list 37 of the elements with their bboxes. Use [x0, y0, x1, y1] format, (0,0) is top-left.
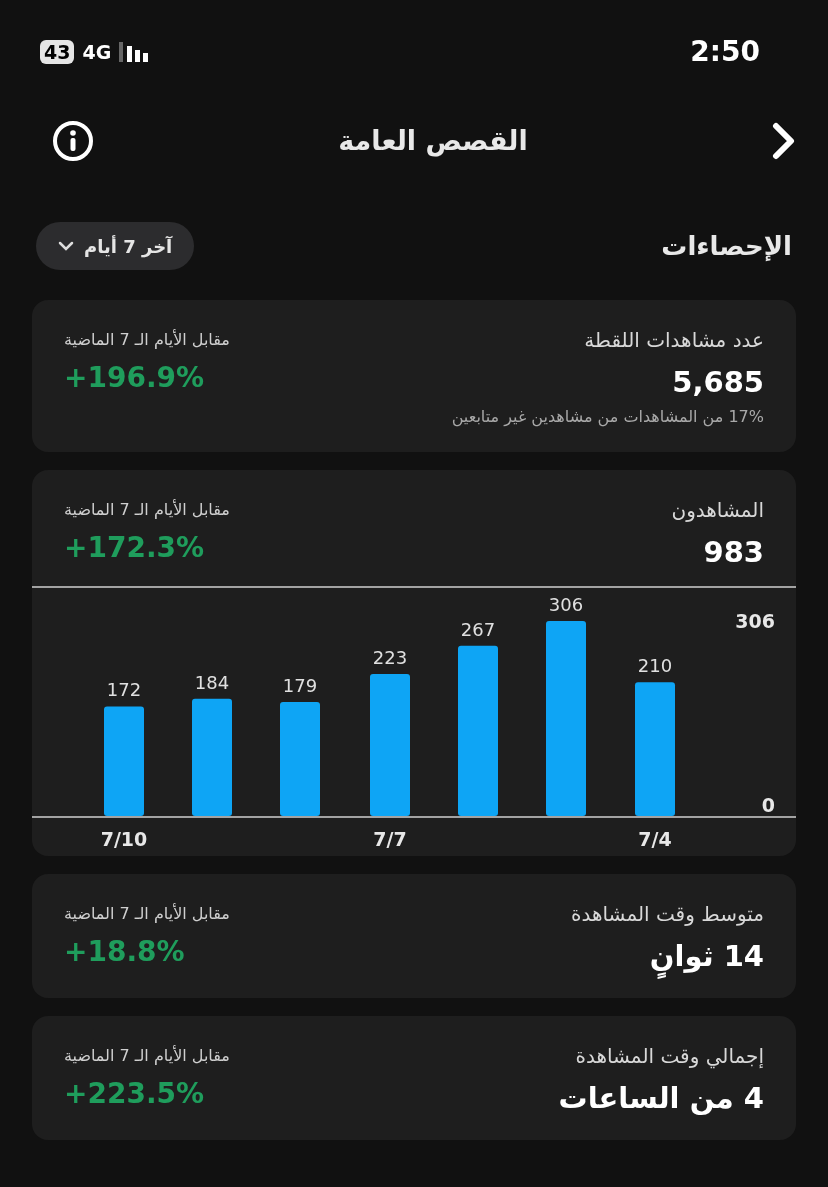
comparison-label: مقابل الأيام الـ 7 الماضية	[64, 902, 230, 925]
change-percentage: +196.9%	[64, 360, 205, 396]
stat-note: 17% من المشاهدات من مشاهدين غير متابعين	[451, 406, 764, 429]
comparison-label: مقابل الأيام الـ 7 الماضية	[64, 1044, 230, 1067]
y-axis-label: 0	[761, 794, 775, 816]
bar-value-label: 306	[548, 594, 584, 615]
info-icon[interactable]	[52, 120, 94, 162]
bar-value-label: 172	[106, 679, 142, 701]
section-title: الإحصاءات	[661, 229, 792, 263]
bar-value-label: 179	[282, 674, 318, 696]
page-title: القصص العامة	[338, 123, 528, 159]
bar-value-label: 267	[460, 618, 496, 640]
change-percentage: +223.5%	[64, 1076, 205, 1112]
change-percentage: +172.3%	[64, 530, 205, 566]
chevron-right-icon[interactable]	[772, 122, 796, 160]
x-axis-label: 7/4	[638, 828, 672, 850]
network-label: 4G	[82, 39, 112, 65]
stat-label: المشاهدون	[671, 497, 764, 524]
comparison-label: مقابل الأيام الـ 7 الماضية	[64, 328, 230, 351]
caret-icon	[58, 241, 74, 251]
x-axis-label: 7/10	[100, 828, 148, 850]
y-axis-label: 306	[735, 610, 775, 632]
battery-indicator: 43	[40, 40, 75, 64]
stat-label: عدد مشاهدات اللقطة	[584, 327, 764, 354]
comparison-label: مقابل الأيام الـ 7 الماضية	[64, 498, 230, 521]
clock: 2:50	[690, 34, 760, 70]
stat-label: إجمالي وقت المشاهدة	[575, 1043, 764, 1070]
change-percentage: +18.8%	[64, 934, 185, 970]
bar-value-label: 184	[194, 671, 230, 693]
stat-value: 4 من الساعات	[558, 1080, 764, 1117]
stat-value: 983	[703, 534, 764, 571]
bar-value-label: 210	[637, 655, 673, 677]
bar-value-label: 223	[372, 646, 408, 668]
stat-value: 5,685	[672, 364, 764, 401]
date-range-dropdown[interactable]: آخر 7 أيام	[36, 222, 195, 270]
x-axis-label: 7/7	[373, 828, 407, 850]
stat-label: متوسط وقت المشاهدة	[570, 901, 764, 928]
